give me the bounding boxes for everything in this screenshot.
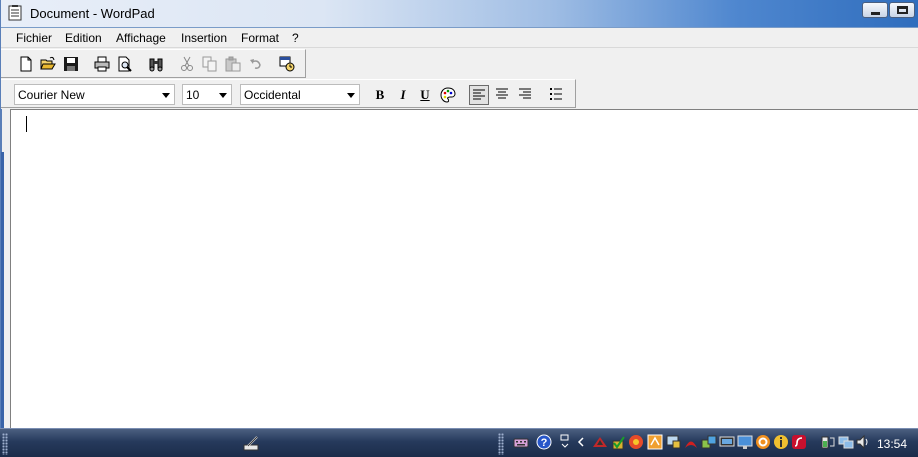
format-toolbar: Courier New 10 Occidental B I U [1, 79, 576, 108]
monitor-app-icon[interactable] [665, 434, 681, 450]
color-palette-icon [440, 87, 456, 103]
network-icon[interactable] [838, 434, 854, 450]
insert-date-time-button[interactable] [277, 54, 297, 74]
restore-desktop-icon[interactable] [559, 434, 571, 450]
grid-app-icon[interactable] [647, 434, 663, 450]
update-icon[interactable] [755, 434, 771, 450]
save-icon [64, 57, 78, 71]
wordpad-window: Document - WordPad Fichier Edition Affic… [0, 0, 918, 428]
new-icon [20, 56, 32, 72]
print-icon [94, 56, 110, 72]
left-window-edge [1, 152, 4, 428]
chevron-left-icon[interactable] [576, 434, 586, 450]
paste-icon [225, 56, 241, 72]
font-name-value: Courier New [18, 88, 85, 102]
save-button[interactable] [61, 54, 81, 74]
insert-date-time-icon [279, 56, 295, 72]
new-button[interactable] [16, 54, 36, 74]
tray-grip[interactable] [498, 433, 504, 455]
taskbar: ? 13:54 [0, 428, 918, 457]
window-title: Document - WordPad [30, 6, 155, 21]
print-button[interactable] [92, 54, 112, 74]
battery-power-icon[interactable] [820, 434, 836, 450]
pen-input-icon[interactable] [243, 435, 259, 451]
cut-icon [181, 56, 193, 71]
script-select[interactable]: Occidental [240, 84, 360, 105]
menu-format[interactable]: Format [241, 31, 279, 45]
font-size-select[interactable]: 10 [182, 84, 232, 105]
cut-button[interactable] [177, 54, 197, 74]
text-color-button[interactable] [438, 85, 458, 105]
chevron-down-icon [162, 93, 170, 98]
network-devices-icon[interactable] [701, 434, 717, 450]
print-preview-button[interactable] [115, 54, 135, 74]
menu-fichier[interactable]: Fichier [16, 31, 52, 45]
copy-button[interactable] [200, 54, 220, 74]
copy-icon [202, 56, 217, 72]
help-icon[interactable]: ? [536, 434, 552, 450]
menu-help[interactable]: ? [292, 31, 299, 45]
open-icon [40, 56, 56, 70]
font-name-select[interactable]: Courier New [14, 84, 175, 105]
screen-icon[interactable] [737, 434, 753, 450]
open-button[interactable] [38, 54, 58, 74]
align-center-button[interactable] [492, 85, 512, 105]
bold-button[interactable]: B [370, 85, 390, 105]
menu-affichage[interactable]: Affichage [116, 31, 166, 45]
print-preview-icon [118, 56, 132, 72]
minimize-icon [871, 12, 880, 15]
wordpad-document-icon [8, 5, 22, 21]
italic-button[interactable]: I [393, 85, 413, 105]
menu-edition[interactable]: Edition [65, 31, 102, 45]
volume-icon[interactable] [855, 434, 871, 450]
align-left-icon [473, 89, 485, 100]
bullets-button[interactable] [546, 85, 566, 105]
taskbar-grip[interactable] [2, 433, 8, 455]
security-check-icon[interactable] [610, 434, 626, 450]
paste-button[interactable] [223, 54, 243, 74]
antivirus-icon[interactable] [592, 434, 608, 450]
align-left-button[interactable] [469, 85, 489, 105]
undo-icon [250, 59, 261, 69]
standard-toolbar [1, 49, 306, 78]
align-center-icon [496, 88, 508, 99]
underline-button[interactable]: U [415, 85, 435, 105]
keyboard-icon[interactable] [513, 434, 529, 450]
find-button[interactable] [146, 54, 166, 74]
flash-app-icon[interactable] [791, 434, 807, 450]
menu-insertion[interactable]: Insertion [181, 31, 227, 45]
bullet-list-icon [550, 88, 562, 100]
info-app-icon[interactable] [773, 434, 789, 450]
menu-bar: Fichier Edition Affichage Insertion Form… [1, 28, 918, 48]
svg-text:?: ? [541, 437, 548, 449]
maximize-icon [897, 6, 908, 14]
maximize-button[interactable] [889, 2, 915, 18]
colorful-app-icon[interactable] [628, 434, 644, 450]
acrobat-icon[interactable] [683, 434, 699, 450]
minimize-button[interactable] [862, 2, 888, 18]
display-icon[interactable] [719, 434, 735, 450]
chevron-down-icon [347, 93, 355, 98]
align-right-icon [519, 88, 531, 99]
chevron-down-icon [219, 93, 227, 98]
text-caret [26, 116, 27, 132]
font-size-value: 10 [186, 88, 200, 102]
title-bar[interactable]: Document - WordPad [1, 0, 918, 28]
find-icon [149, 58, 163, 72]
clock[interactable]: 13:54 [877, 437, 907, 451]
undo-button[interactable] [246, 54, 266, 74]
script-value: Occidental [244, 88, 301, 102]
align-right-button[interactable] [515, 85, 535, 105]
document-editor[interactable] [10, 109, 918, 428]
